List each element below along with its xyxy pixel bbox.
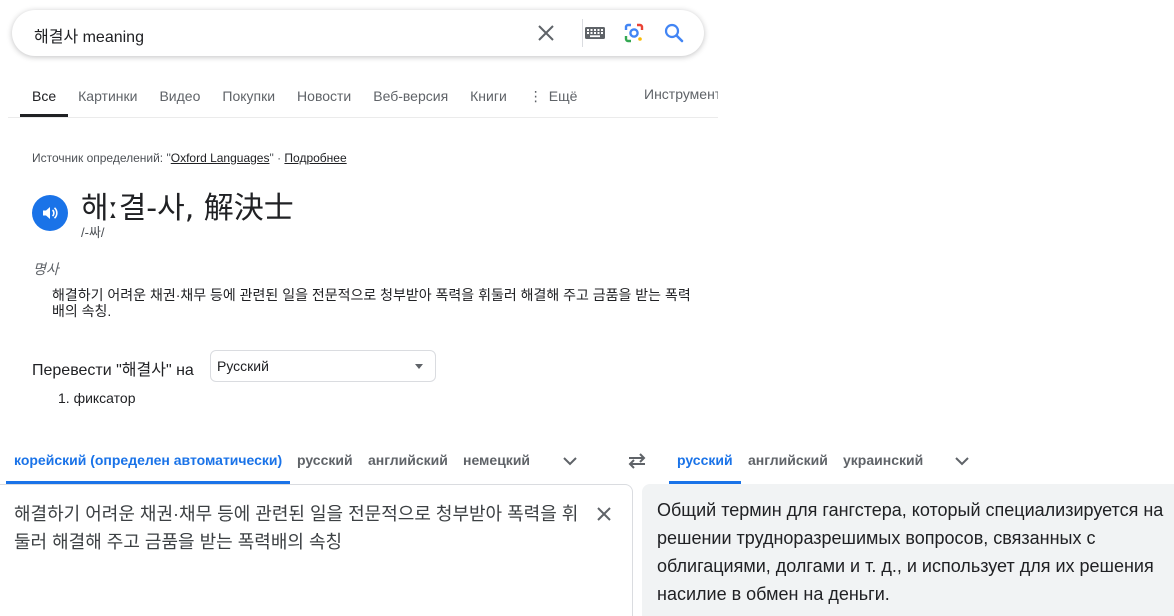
- tools-button[interactable]: Инструменты: [644, 86, 718, 102]
- source-text[interactable]: 해결하기 어려운 채권·채무 등에 관련된 일을 전문적으로 청부받아 폭력을 …: [14, 500, 584, 556]
- dropdown-caret-icon: [415, 364, 423, 369]
- tab-web[interactable]: Веб-версия: [373, 86, 448, 118]
- source-language-tabs: корейский (определен автоматически) русс…: [0, 440, 632, 484]
- definition-source: Источник определений: "Oxford Languages"…: [32, 151, 347, 165]
- source-suffix: " ·: [269, 151, 285, 165]
- tab-all[interactable]: Все: [19, 86, 69, 118]
- tgt-lang-russian[interactable]: русский: [669, 452, 741, 484]
- translation-results: 1. фиксатор: [58, 390, 136, 406]
- tab-images[interactable]: Картинки: [78, 86, 137, 118]
- more-vert-icon: ⋮: [528, 88, 543, 104]
- tab-books[interactable]: Книги: [470, 86, 507, 118]
- source-text-box[interactable]: 해결하기 어려운 채권·채무 등에 관련된 일을 전문적으로 청부받아 폭력을 …: [0, 484, 633, 616]
- src-lang-english[interactable]: английский: [368, 452, 448, 468]
- tab-news[interactable]: Новости: [297, 86, 351, 118]
- search-input[interactable]: 해결사 meaning: [34, 23, 144, 47]
- translate-to-label: Перевести "해결사" на: [32, 362, 194, 379]
- search-tabs: Все Картинки Видео Покупки Новости Веб-в…: [19, 86, 599, 118]
- translate-language-select[interactable]: Русский: [210, 350, 436, 382]
- tgt-lang-english[interactable]: английский: [748, 452, 828, 468]
- src-lang-russian[interactable]: русский: [297, 452, 353, 468]
- source-prefix: Источник определений: ": [32, 151, 171, 165]
- tab-shopping[interactable]: Покупки: [222, 86, 275, 118]
- part-of-speech: 명사: [33, 261, 59, 277]
- more-info-link[interactable]: Подробнее: [284, 151, 346, 165]
- selected-language: Русский: [217, 358, 269, 374]
- clear-search-icon[interactable]: [534, 21, 558, 45]
- google-lens-icon[interactable]: [622, 21, 646, 45]
- target-text: Общий термин для гангстера, который спец…: [657, 500, 1164, 604]
- src-lang-german[interactable]: немецкий: [463, 452, 530, 468]
- target-language-tabs: русский английский украинский: [669, 440, 1174, 484]
- phonetic: /-싸/: [81, 225, 105, 240]
- clear-source-icon[interactable]: [592, 502, 616, 526]
- target-text-box: Общий термин для гангстера, который спец…: [642, 484, 1174, 616]
- keyboard-icon[interactable]: [583, 21, 607, 45]
- headword: 해ː결-사, 解決士: [81, 191, 294, 226]
- swap-languages-icon[interactable]: [624, 450, 650, 472]
- chevron-down-icon[interactable]: [954, 453, 970, 469]
- definition-text: 해결하기 어려운 채권·채무 등에 관련된 일을 전문적으로 청부받아 폭력을 …: [52, 287, 691, 319]
- tab-more-label: Ещё: [548, 88, 578, 104]
- tab-videos[interactable]: Видео: [159, 86, 200, 118]
- search-bar[interactable]: 해결사 meaning: [12, 10, 704, 56]
- chevron-down-icon[interactable]: [562, 453, 578, 469]
- tabs-divider: [8, 117, 718, 118]
- pronunciation-speaker-icon[interactable]: [32, 195, 68, 231]
- tgt-lang-ukrainian[interactable]: украинский: [843, 452, 923, 468]
- translation-result-item: 1. фиксатор: [58, 390, 136, 406]
- src-lang-detected[interactable]: корейский (определен автоматически): [5, 452, 291, 484]
- tab-more[interactable]: ⋮ Ещё: [529, 86, 578, 118]
- search-icon[interactable]: [662, 21, 686, 45]
- oxford-languages-link[interactable]: Oxford Languages: [171, 151, 270, 165]
